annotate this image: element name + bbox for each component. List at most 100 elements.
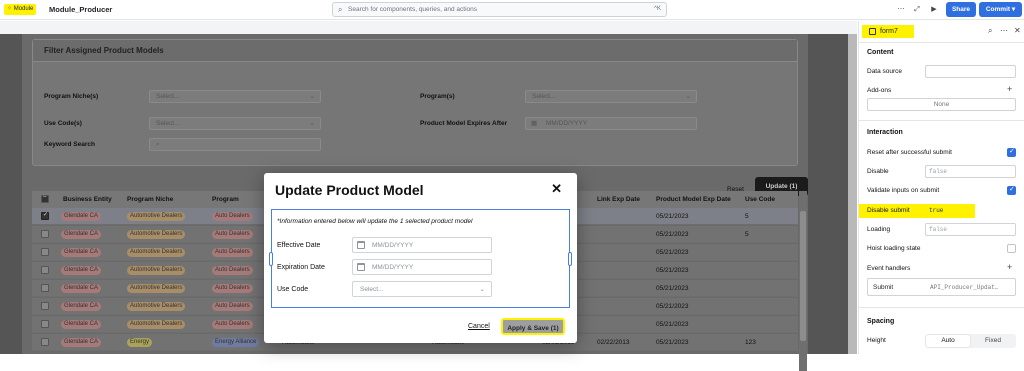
row-checkbox[interactable] <box>41 211 49 220</box>
filter-title: Filter Assigned Product Models <box>44 46 164 55</box>
use-codes-select[interactable]: Select... ⌄ <box>149 117 321 130</box>
col-use-code[interactable]: Use Code <box>745 196 775 203</box>
add-event-handler-icon[interactable]: + <box>1007 262 1012 272</box>
divider <box>859 120 1024 121</box>
expand-icon[interactable]: ⤢ <box>911 3 923 16</box>
handler-action: API_Producer_Updat… <box>930 284 999 291</box>
module-title[interactable]: Module_Producer <box>49 5 112 14</box>
height-label: Height <box>867 337 886 344</box>
entity-tag: Glendale CA <box>61 212 102 221</box>
filter-header: Filter Assigned Product Models <box>33 40 797 62</box>
add-addon-icon[interactable]: + <box>1007 84 1012 94</box>
modal-form[interactable]: *Information entered below will update t… <box>269 209 572 308</box>
program-niche-select[interactable]: Select... ⌄ <box>149 90 321 103</box>
inspector-panel: form7 ⌕ ⋯ ✕ Content Data source Add-ons … <box>858 21 1024 354</box>
chevron-down-icon: ▾ <box>1011 6 1016 13</box>
program-niche-label: Program Niche(s) <box>44 93 99 100</box>
commit-button[interactable]: Commit ▾ <box>979 2 1022 17</box>
spacing-section-title: Spacing <box>867 318 895 325</box>
row-checkbox[interactable] <box>41 338 49 346</box>
use-code-cell: 123 <box>745 339 756 346</box>
close-icon[interactable]: ✕ <box>1014 26 1021 35</box>
programs-placeholder: Select... <box>532 93 556 100</box>
niche-tag: Automotive Dealers <box>127 212 186 221</box>
keyword-search-input[interactable]: ⌕ <box>149 138 321 151</box>
data-source-input[interactable] <box>925 65 1016 78</box>
canvas-scrollbar[interactable] <box>848 34 857 354</box>
validate-inputs-checkbox[interactable] <box>1007 185 1016 195</box>
col-program[interactable]: Program <box>212 196 239 203</box>
cancel-button[interactable]: Cancel <box>468 323 490 330</box>
height-auto-option[interactable]: Auto <box>926 335 970 347</box>
search-bar[interactable]: ⌕ Search for components, queries, and ac… <box>332 2 667 17</box>
col-program-niche[interactable]: Program Niche <box>127 196 173 203</box>
niche-tag: Automotive Dealers <box>127 284 186 293</box>
module-badge: ⁘ Module <box>4 4 37 15</box>
row-checkbox[interactable] <box>41 230 49 238</box>
expires-after-placeholder: MM/DD/YYYY <box>546 120 588 127</box>
program-tag: Energy Alliance <box>212 338 260 347</box>
resize-handle-left[interactable] <box>269 252 273 266</box>
modal-title: Update Product Model <box>275 182 424 198</box>
table-scrollbar[interactable] <box>799 191 807 371</box>
interaction-section-title: Interaction <box>867 129 903 136</box>
niche-tag: Automotive Dealers <box>127 266 186 275</box>
use-codes-placeholder: Select... <box>156 120 180 127</box>
row-checkbox[interactable] <box>41 302 49 310</box>
module-badge-label: Module <box>13 6 34 12</box>
commit-label: Commit <box>985 6 1011 13</box>
programs-select[interactable]: Select... ⌄ <box>525 90 697 103</box>
component-name-badge[interactable]: form7 <box>862 25 914 38</box>
resize-handle-right[interactable] <box>568 252 572 266</box>
loading-input[interactable]: false <box>925 223 1016 236</box>
row-checkbox[interactable] <box>41 284 49 292</box>
keyword-label: Keyword Search <box>44 141 95 148</box>
hoist-loading-checkbox[interactable] <box>1007 244 1016 253</box>
row-checkbox[interactable] <box>41 320 49 328</box>
play-icon[interactable]: ▶ <box>928 3 940 16</box>
apply-save-button[interactable]: Apply & Save (1) <box>501 318 565 335</box>
col-pm-exp-date[interactable]: Product Model Exp Date <box>656 196 731 203</box>
expires-after-input[interactable]: ▦ MM/DD/YYYY <box>525 117 697 130</box>
reset-after-submit-checkbox[interactable] <box>1007 147 1016 157</box>
table-scrollbar-thumb[interactable] <box>800 211 806 341</box>
expiration-date-label: Expiration Date <box>277 264 325 271</box>
expiration-date-placeholder: MM/DD/YYYY <box>372 264 414 271</box>
more-icon[interactable]: ⋯ <box>1000 26 1008 35</box>
event-handler-row[interactable]: Submit API_Producer_Updat… <box>867 278 1016 296</box>
filter-panel: Filter Assigned Product Models Program N… <box>32 39 798 166</box>
pm-exp-cell: 05/21/2023 <box>656 249 689 256</box>
program-tag: Auto Dealers <box>212 302 253 311</box>
use-code-select[interactable]: Select... ⌄ <box>352 281 492 297</box>
chevron-down-icon: ⌄ <box>309 93 315 100</box>
close-icon[interactable]: ✕ <box>551 181 562 197</box>
program-niche-placeholder: Select... <box>156 93 180 100</box>
use-code-cell: 5 <box>745 231 749 238</box>
search-icon[interactable]: ⌕ <box>988 26 992 36</box>
program-tag: Auto Dealers <box>212 266 253 275</box>
row-checkbox[interactable] <box>41 248 49 256</box>
use-codes-label: Use Code(s) <box>44 120 82 127</box>
expiration-date-input[interactable]: MM/DD/YYYY <box>352 259 492 275</box>
addons-value[interactable]: None <box>867 98 1016 111</box>
event-handlers-label: Event handlers <box>867 265 911 272</box>
col-link-exp-date[interactable]: Link Exp Date <box>597 196 640 203</box>
disable-label: Disable <box>867 168 889 175</box>
row-checkbox[interactable] <box>41 266 49 274</box>
disable-input[interactable]: false <box>925 165 1016 178</box>
use-code-placeholder: Select... <box>360 286 384 293</box>
share-button[interactable]: Share <box>946 2 976 17</box>
pm-exp-cell: 05/21/2023 <box>656 267 689 274</box>
more-icon[interactable]: ⋯ <box>895 3 907 16</box>
entity-tag: Glendale CA <box>61 230 102 239</box>
select-all-checkbox[interactable] <box>41 194 49 203</box>
form-icon <box>869 28 876 35</box>
col-business-entity[interactable]: Business Entity <box>63 196 112 203</box>
chevron-down-icon: ⌄ <box>685 93 691 100</box>
disable-submit-label: Disable submit <box>867 207 910 214</box>
height-fixed-option[interactable]: Fixed <box>971 335 1015 347</box>
disable-submit-input[interactable]: true <box>925 204 1016 217</box>
effective-date-input[interactable]: MM/DD/YYYY <box>352 237 492 253</box>
entity-tag: Glendale CA <box>61 302 102 311</box>
height-toggle[interactable]: Auto Fixed <box>925 334 1016 348</box>
